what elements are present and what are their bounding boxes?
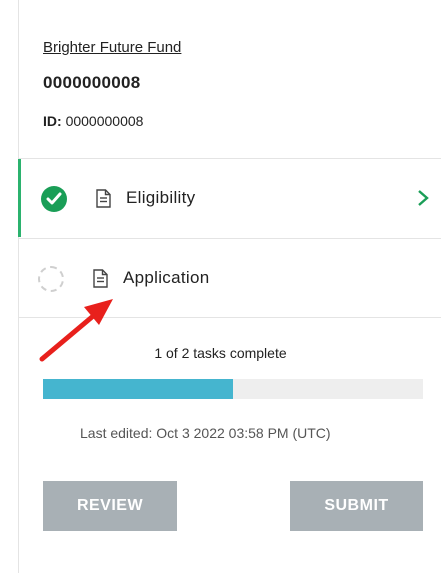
status-incomplete-icon [38,266,64,292]
check-complete-icon [41,186,67,212]
id-label: ID: [43,113,62,129]
last-edited-text: Last edited: Oct 3 2022 03:58 PM (UTC) [80,425,331,441]
document-icon [93,269,108,293]
application-title: 0000000008 [43,73,141,92]
divider [18,317,441,318]
progress-bar [43,379,423,399]
task-label-eligibility: Eligibility [126,188,196,207]
task-label-application: Application [123,268,210,287]
document-icon [96,189,111,213]
progress-bar-fill [43,379,233,399]
application-id: ID: 0000000008 [43,113,143,129]
submit-button[interactable]: SUBMIT [290,481,423,531]
task-eligibility[interactable]: Eligibility [18,159,441,237]
task-application[interactable]: Application [18,239,441,317]
progress-text: 1 of 2 tasks complete [154,345,287,361]
review-button[interactable]: REVIEW [43,481,177,531]
chevron-right-icon [417,189,429,212]
id-value: 0000000008 [65,113,144,129]
fund-name-link[interactable]: Brighter Future Fund [43,39,181,56]
